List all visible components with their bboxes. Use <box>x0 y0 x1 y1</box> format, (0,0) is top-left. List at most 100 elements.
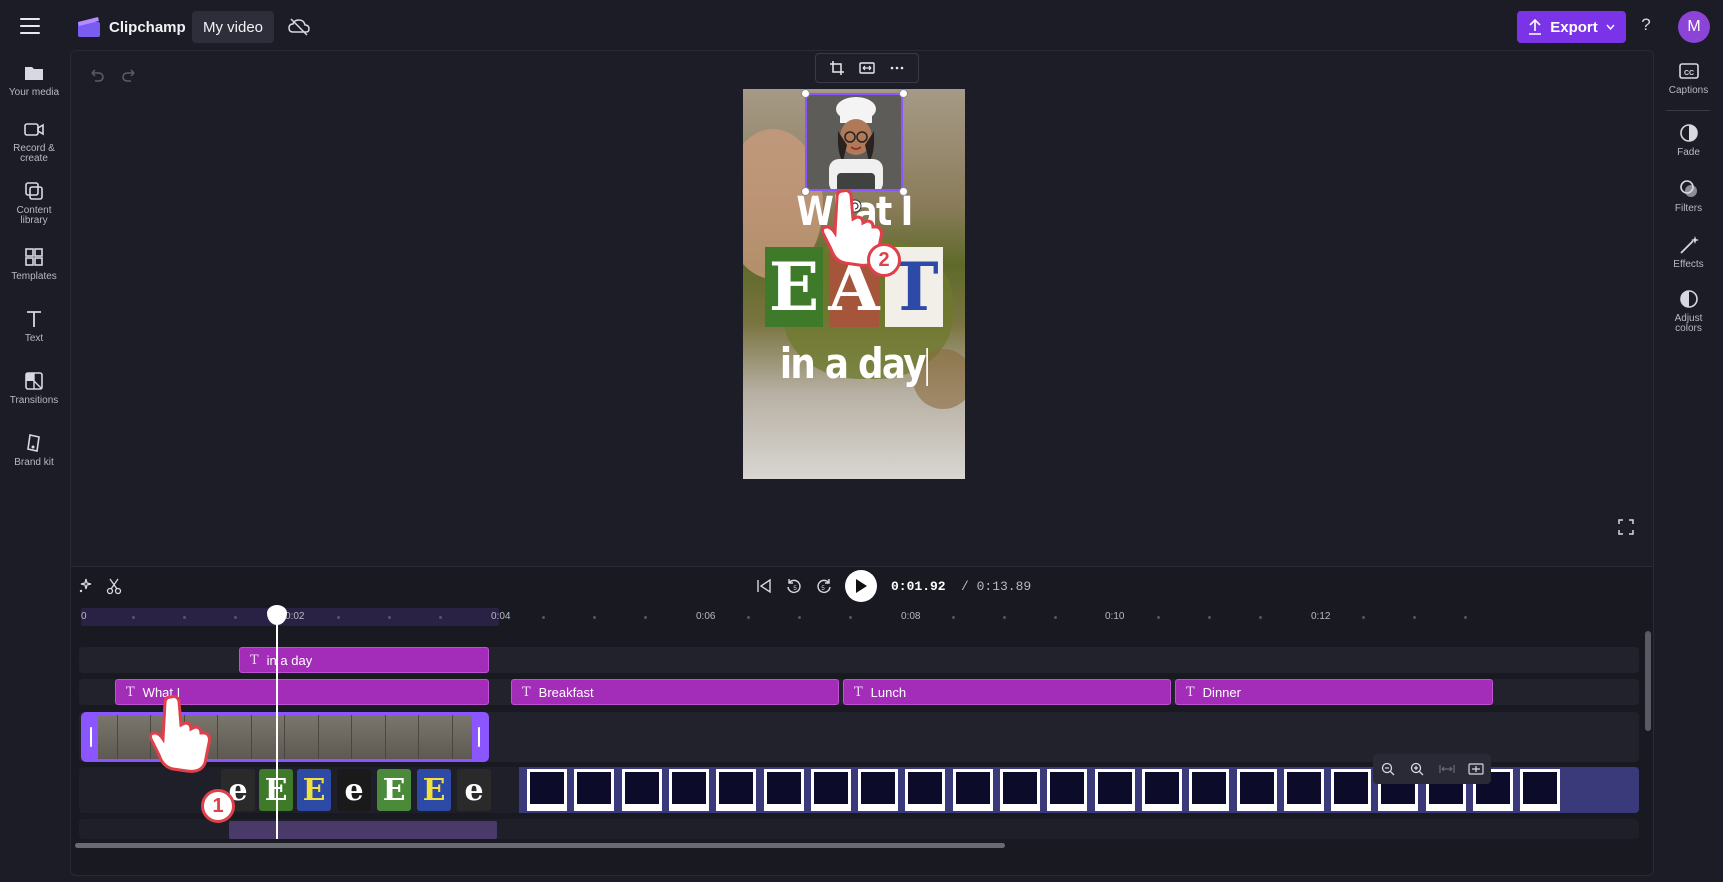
polaroid-frame <box>1141 769 1182 811</box>
sidebar-item-record-create[interactable]: Record & create <box>0 118 68 164</box>
resize-handle[interactable] <box>801 89 810 98</box>
tick-label: 0:08 <box>901 611 921 622</box>
more-options-icon[interactable] <box>887 58 907 78</box>
tick-dot <box>1413 616 1416 619</box>
sidebar-item-content-library[interactable]: Content library <box>0 180 68 226</box>
polaroid-frame <box>763 769 804 811</box>
transitions-icon <box>25 372 43 390</box>
letter-tile[interactable]: E <box>377 769 411 811</box>
fit-timeline-icon[interactable] <box>1438 760 1456 778</box>
horizontal-scrollbar[interactable] <box>71 841 1653 849</box>
polaroid-frame <box>1000 769 1040 811</box>
fit-icon[interactable] <box>857 58 877 78</box>
text-clip-lunch[interactable]: T Lunch <box>843 679 1171 705</box>
polaroid-frame <box>1331 769 1372 811</box>
skip-to-start-icon[interactable] <box>755 577 773 595</box>
menu-icon[interactable] <box>20 18 40 34</box>
letter-tile[interactable]: e <box>337 769 371 811</box>
text-clip-icon: T <box>1186 684 1195 700</box>
hand-pointer-step-1: 1 <box>143 693 235 823</box>
polaroid-frame <box>1189 769 1230 811</box>
tick-label: 0:10 <box>1105 611 1125 622</box>
scissors-icon[interactable] <box>105 577 123 595</box>
property-label: Adjust colors <box>1674 313 1703 334</box>
scrollbar-thumb[interactable] <box>75 843 1005 848</box>
sidebar-item-transitions[interactable]: Transitions <box>0 370 68 406</box>
play-icon <box>856 579 867 593</box>
canvas-title-line3-text: in a day <box>779 339 927 388</box>
text-clip-dinner[interactable]: T Dinner <box>1175 679 1493 705</box>
zoom-in-icon[interactable] <box>1408 760 1426 778</box>
avatar[interactable]: M <box>1678 11 1710 43</box>
vertical-scrollbar[interactable] <box>1645 631 1651 731</box>
property-adjust-colors[interactable]: Adjust colors <box>1654 288 1723 334</box>
trim-handle-left[interactable] <box>84 715 98 759</box>
resize-handle[interactable] <box>899 89 908 98</box>
clip-thumbnail <box>285 715 318 759</box>
fullscreen-icon[interactable] <box>1617 518 1635 536</box>
polaroid-frame <box>668 769 709 811</box>
polaroid-frame <box>858 769 899 811</box>
zoom-out-icon[interactable] <box>1379 760 1397 778</box>
left-sidebar: Your media Record & create Content libra… <box>0 54 68 882</box>
rewind-5-icon[interactable]: 5 <box>785 577 803 595</box>
tick-dot <box>388 616 391 619</box>
camera-icon <box>24 123 44 136</box>
letter-tile[interactable]: E <box>417 769 451 811</box>
polaroid-frame <box>1520 769 1561 811</box>
tick-label: 0 <box>81 611 87 622</box>
tick-dot <box>132 616 135 619</box>
tick-label: 0:06 <box>696 611 716 622</box>
tick-dot <box>439 616 442 619</box>
tick-dot <box>1464 616 1467 619</box>
track-bottom <box>79 819 1639 839</box>
tick-dot <box>849 616 852 619</box>
undo-icon[interactable] <box>87 66 105 84</box>
cloud-offline-icon[interactable] <box>288 17 310 37</box>
folder-icon <box>25 67 43 80</box>
redo-icon[interactable] <box>121 66 139 84</box>
property-label: Fade <box>1677 147 1700 158</box>
chef-sticker[interactable] <box>805 93 903 191</box>
property-captions[interactable]: CC Captions <box>1654 60 1723 96</box>
video-canvas[interactable]: What I E A T in a day <box>743 89 965 479</box>
property-filters[interactable]: Filters <box>1654 178 1723 214</box>
project-title-button[interactable]: My video <box>192 11 274 43</box>
tick-dot <box>1157 616 1160 619</box>
templates-icon <box>25 248 43 266</box>
text-clip-breakfast[interactable]: T Breakfast <box>511 679 839 705</box>
adjust-colors-icon <box>1679 290 1698 308</box>
property-label: Effects <box>1673 259 1704 270</box>
property-effects[interactable]: Effects <box>1654 234 1723 270</box>
text-caret <box>926 347 929 386</box>
letter-tile[interactable]: E <box>297 769 331 811</box>
bottom-clip[interactable] <box>229 821 497 839</box>
clip-thumbnail <box>385 715 418 759</box>
sidebar-item-label: Text <box>24 333 44 344</box>
play-button[interactable] <box>845 570 877 602</box>
trim-handle-right[interactable] <box>472 715 486 759</box>
app-name: Clipchamp <box>109 19 186 36</box>
timeline-zoom-controls <box>1373 754 1491 784</box>
crop-icon[interactable] <box>827 58 847 78</box>
forward-5-icon[interactable]: 5 <box>815 577 833 595</box>
canvas-title-line3[interactable]: in a day <box>760 339 949 388</box>
tick-dot <box>1003 616 1006 619</box>
timeline-settings-icon[interactable] <box>1467 760 1485 778</box>
export-button[interactable]: Export <box>1517 11 1626 43</box>
help-icon[interactable]: ? <box>1638 15 1654 37</box>
sidebar-item-text[interactable]: Text <box>0 308 68 344</box>
sidebar-item-your-media[interactable]: Your media <box>0 62 68 98</box>
sidebar-item-label: Record & create <box>13 143 55 164</box>
tick-dot <box>593 616 596 619</box>
total-time: / 0:13.89 <box>961 579 1032 594</box>
property-fade[interactable]: Fade <box>1654 122 1723 158</box>
timeline-ruler[interactable]: 0 0:02 0:04 0:06 0:08 0:10 0:12 <box>81 604 1653 630</box>
clipchamp-logo <box>78 17 100 37</box>
hand-pointer-icon <box>149 695 211 773</box>
magic-wand-icon[interactable] <box>77 577 95 595</box>
sidebar-item-templates[interactable]: Templates <box>0 246 68 282</box>
letter-tile[interactable]: e <box>457 769 491 811</box>
sidebar-item-brand-kit[interactable]: Brand kit <box>0 432 68 468</box>
tick-dot <box>1259 616 1262 619</box>
